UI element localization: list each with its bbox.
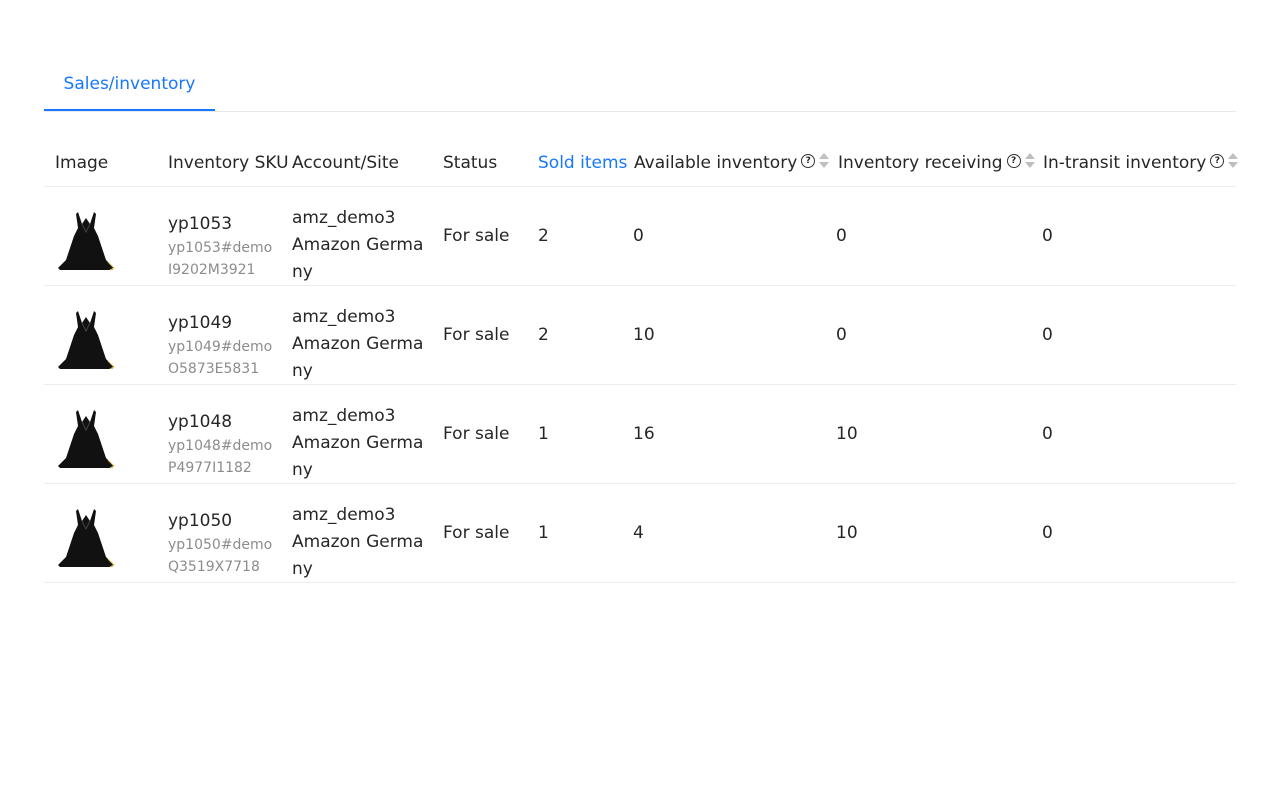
column-header-in-transit-inventory[interactable]: In-transit inventory?: [1043, 140, 1239, 186]
sku-code[interactable]: yp1053: [168, 210, 232, 238]
account-site: amz_demo3 Amazon Germa ny: [292, 208, 424, 282]
column-header-available-inventory[interactable]: Available inventory?: [634, 140, 830, 186]
sku-code[interactable]: yp1049: [168, 309, 232, 337]
sku-code[interactable]: yp1050: [168, 507, 232, 535]
sold-items-cell: 1: [538, 424, 549, 444]
inventory-receiving-cell: 10: [836, 523, 858, 543]
sku-detail: yp1050#demo Q3519X7718: [168, 537, 273, 575]
product-image[interactable]: [56, 309, 116, 373]
sku-detail: yp1048#demo P4977I1182: [168, 438, 273, 476]
table-row: yp1050 yp1050#demo Q3519X7718 amz_demo3 Am…: [44, 484, 1236, 583]
inventory-table: Image Inventory SKU Account/Site Status …: [44, 140, 1239, 583]
available-inventory-cell: 4: [633, 523, 644, 543]
in-transit-inventory-cell: 0: [1042, 325, 1053, 345]
column-header-sku: Inventory SKU: [168, 153, 289, 173]
in-transit-inventory-cell: 0: [1042, 523, 1053, 543]
account-site: amz_demo3 Amazon Germa ny: [292, 307, 424, 381]
table-row: yp1048 yp1048#demo P4977I1182 amz_demo3 Am…: [44, 385, 1236, 484]
product-image[interactable]: [56, 210, 116, 274]
product-image[interactable]: [56, 408, 116, 472]
column-header-status: Status: [443, 153, 498, 173]
status-cell: For sale: [443, 226, 510, 246]
column-header-inventory-receiving[interactable]: Inventory receiving?: [838, 140, 1035, 186]
table-header: Image Inventory SKU Account/Site Status …: [44, 140, 1239, 187]
column-header-image: Image: [55, 153, 109, 173]
sort-icon[interactable]: [1228, 153, 1239, 169]
inventory-receiving-cell: 10: [836, 424, 858, 444]
table-row: yp1049 yp1049#demo O5873E5831 amz_demo3 Am…: [44, 286, 1236, 385]
sku-code[interactable]: yp1048: [168, 408, 232, 436]
help-icon[interactable]: ?: [1210, 154, 1225, 168]
table-row: yp1053 yp1053#demo I9202M3921 amz_demo3 Am…: [44, 187, 1236, 286]
status-cell: For sale: [443, 523, 510, 543]
sku-detail: yp1049#demo O5873E5831: [168, 339, 273, 377]
available-inventory-cell: 10: [633, 325, 655, 345]
account-site: amz_demo3 Amazon Germa ny: [292, 505, 424, 579]
in-transit-inventory-cell: 0: [1042, 424, 1053, 444]
sold-items-cell: 1: [538, 523, 549, 543]
help-icon[interactable]: ?: [801, 154, 816, 168]
available-inventory-cell: 0: [633, 226, 644, 246]
inventory-receiving-cell: 0: [836, 325, 847, 345]
tab-bar: Sales/inventory: [44, 56, 1236, 112]
tab-sales-inventory[interactable]: Sales/inventory: [44, 56, 215, 111]
sort-icon[interactable]: [1024, 153, 1035, 169]
account-site: amz_demo3 Amazon Germa ny: [292, 406, 424, 480]
column-header-sold-items[interactable]: Sold items: [538, 140, 627, 186]
status-cell: For sale: [443, 325, 510, 345]
product-image[interactable]: [56, 507, 116, 571]
sku-detail: yp1053#demo I9202M3921: [168, 240, 273, 278]
column-header-account: Account/Site: [292, 153, 400, 173]
status-cell: For sale: [443, 424, 510, 444]
help-icon[interactable]: ?: [1006, 154, 1021, 168]
sort-icon[interactable]: [819, 153, 830, 169]
sold-items-cell: 2: [538, 226, 549, 246]
available-inventory-cell: 16: [633, 424, 655, 444]
in-transit-inventory-cell: 0: [1042, 226, 1053, 246]
sold-items-cell: 2: [538, 325, 549, 345]
inventory-receiving-cell: 0: [836, 226, 847, 246]
